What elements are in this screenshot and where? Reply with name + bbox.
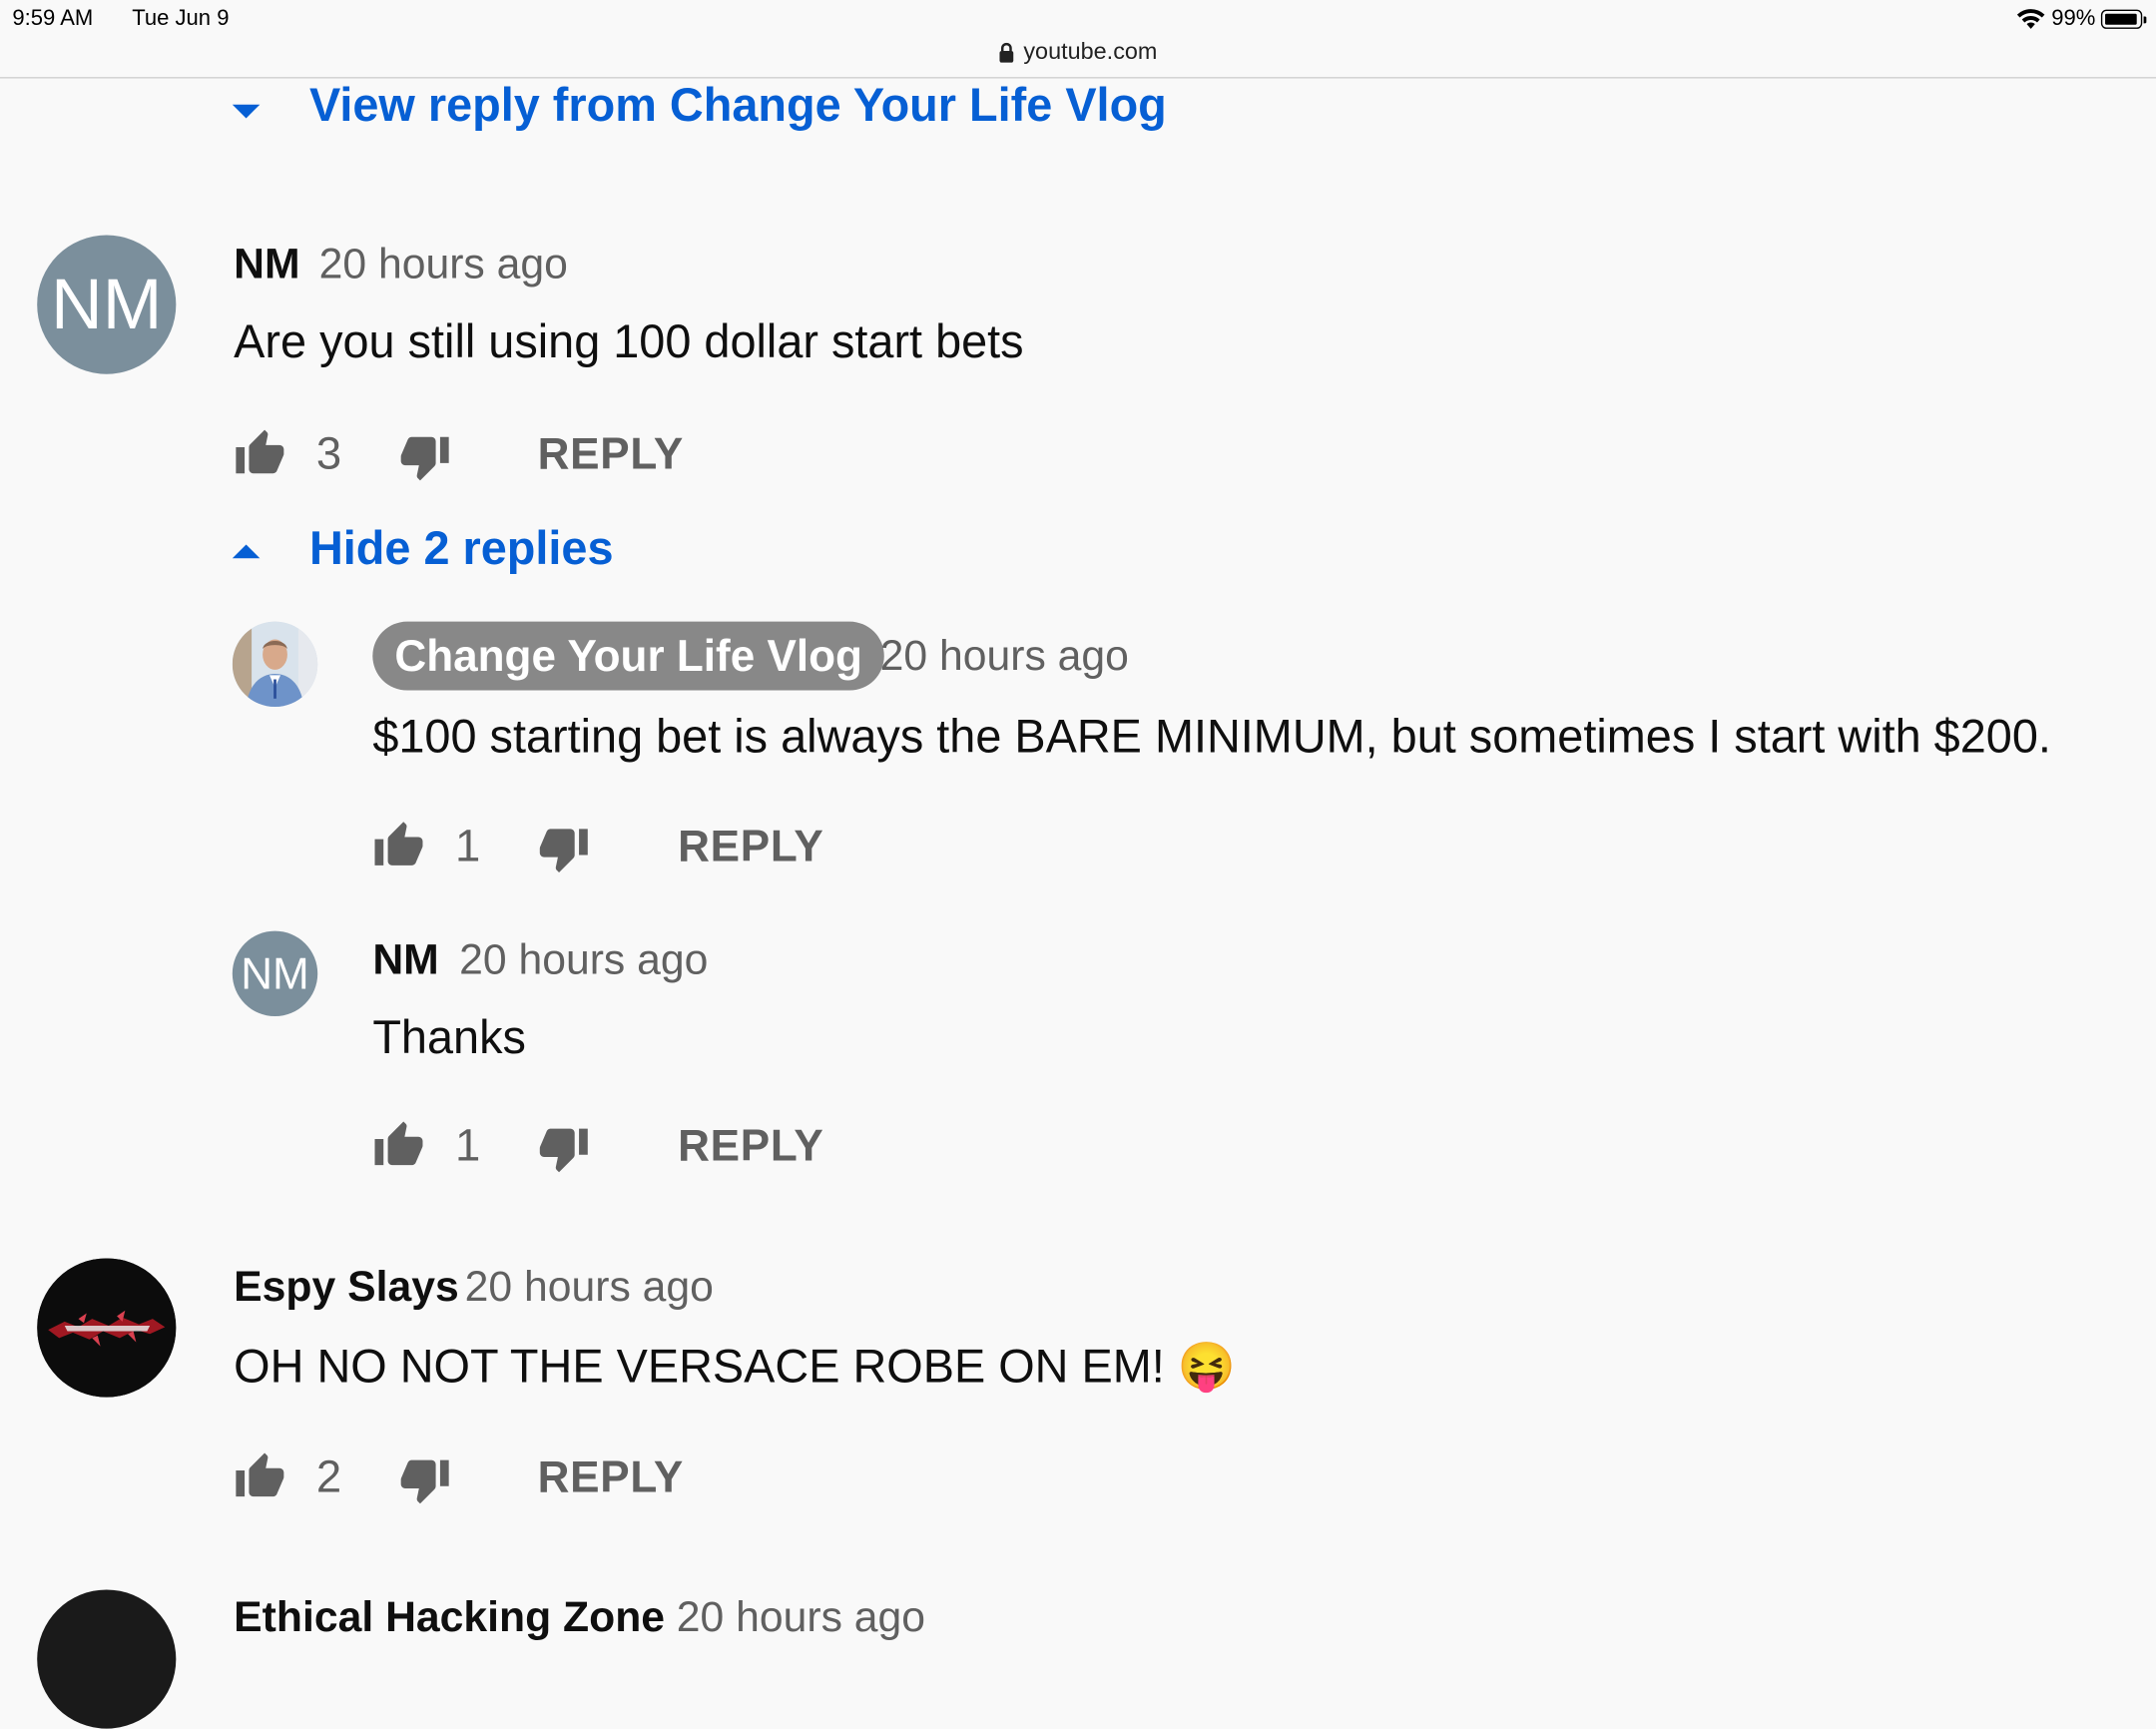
- tongue-emoji-icon: 😝: [1177, 1341, 1237, 1394]
- reply-button[interactable]: REPLY: [538, 1452, 684, 1503]
- thumbs-up-icon[interactable]: [372, 1119, 424, 1171]
- comment-time[interactable]: 20 hours ago: [465, 1263, 714, 1313]
- battery-percent: 99%: [2051, 6, 2096, 31]
- avatar[interactable]: NM: [37, 235, 177, 374]
- url-text: youtube.com: [1023, 38, 1158, 65]
- battery-icon: [2100, 9, 2147, 29]
- comment-text: OH NO NOT THE VERSACE ROBE ON EM!: [234, 1341, 1165, 1394]
- thumbs-down-icon[interactable]: [538, 1122, 590, 1174]
- comment-time[interactable]: 20 hours ago: [459, 935, 708, 985]
- thumbs-up-icon[interactable]: [372, 820, 424, 871]
- address-divider: [0, 77, 2156, 79]
- wifi-icon: [2016, 9, 2045, 29]
- lock-icon: [999, 42, 1014, 62]
- view-reply-link[interactable]: View reply from Change Your Life Vlog: [309, 80, 1167, 134]
- reply-button[interactable]: REPLY: [538, 429, 684, 480]
- comment-text-row: OH NO NOT THE VERSACE ROBE ON EM! 😝: [234, 1340, 1236, 1395]
- comment-text: Thanks: [372, 1011, 526, 1065]
- channel-logo-icon: [37, 1258, 177, 1398]
- view-reply-toggle[interactable]: [232, 104, 261, 119]
- channel-owner-badge[interactable]: Change Your Life Vlog: [372, 621, 885, 691]
- avatar[interactable]: [37, 1258, 177, 1398]
- like-count: 1: [454, 820, 481, 870]
- avatar[interactable]: NM: [232, 930, 318, 1017]
- status-indicators: 99%: [2015, 6, 2147, 34]
- chevron-up-icon: [232, 544, 261, 559]
- like-count: 3: [315, 427, 342, 479]
- comment-author[interactable]: NM: [234, 240, 299, 289]
- thumbs-up-icon[interactable]: [234, 427, 285, 479]
- comment-time[interactable]: 20 hours ago: [319, 240, 568, 289]
- reply-button[interactable]: REPLY: [678, 821, 823, 871]
- address-bar[interactable]: youtube.com: [0, 39, 2156, 70]
- status-time: 9:59 AM: [12, 6, 94, 31]
- hide-replies-toggle[interactable]: [232, 544, 261, 559]
- avatar[interactable]: [37, 1589, 177, 1729]
- hide-replies-link[interactable]: Hide 2 replies: [309, 522, 614, 576]
- avatar[interactable]: [232, 621, 318, 708]
- like-count: 1: [454, 1119, 481, 1171]
- thumbs-down-icon[interactable]: [538, 823, 590, 874]
- comment-text: $100 starting bet is always the BARE MIN…: [372, 711, 2051, 764]
- channel-photo-icon: [232, 621, 318, 708]
- thumbs-down-icon[interactable]: [398, 1453, 450, 1505]
- status-date: Tue Jun 9: [132, 6, 230, 31]
- chevron-down-icon: [232, 104, 261, 119]
- comment-author[interactable]: Espy Slays: [234, 1263, 459, 1313]
- comment-text: Are you still using 100 dollar start bet…: [234, 315, 1024, 369]
- comment-author[interactable]: NM: [372, 935, 438, 985]
- thumbs-down-icon[interactable]: [398, 430, 450, 482]
- thumbs-up-icon[interactable]: [234, 1450, 285, 1502]
- like-count: 2: [315, 1450, 342, 1502]
- reply-button[interactable]: REPLY: [678, 1121, 823, 1172]
- comment-time[interactable]: 20 hours ago: [880, 631, 1129, 681]
